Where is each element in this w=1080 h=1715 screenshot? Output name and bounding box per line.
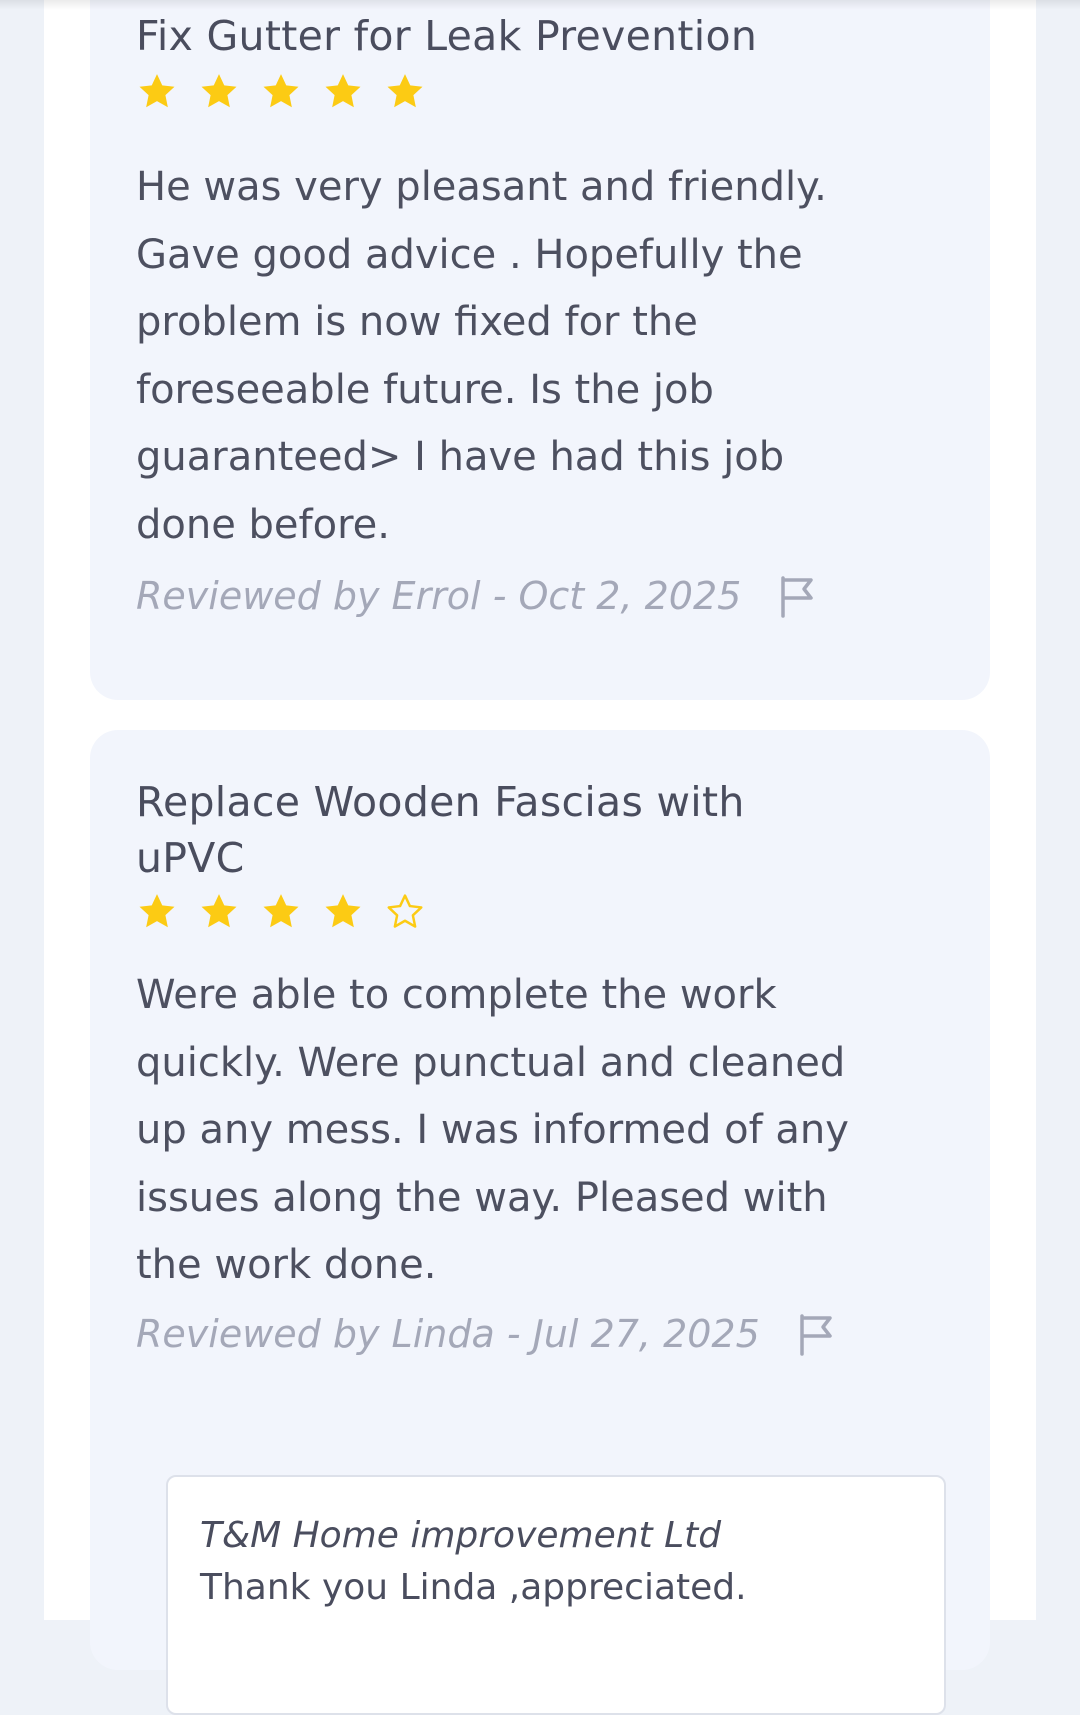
reviewer-info: Reviewed by Errol - Oct 2, 2025 bbox=[136, 574, 742, 618]
review-card: Fix Gutter for Leak Prevention He was ve… bbox=[90, 0, 990, 700]
star-icon bbox=[139, 74, 175, 108]
top-bar-shadow bbox=[0, 0, 1080, 10]
star-icon bbox=[263, 74, 299, 108]
review-meta: Reviewed by Errol - Oct 2, 2025 bbox=[136, 574, 817, 618]
reply-text: Thank you Linda ,appreciated. bbox=[200, 1567, 747, 1608]
review-body-line: Were able to complete the work bbox=[136, 972, 777, 1018]
review-card: Replace Wooden Fascias with uPVC Were ab… bbox=[90, 730, 990, 1715]
flag-icon[interactable] bbox=[796, 1312, 836, 1356]
star-icon bbox=[263, 894, 299, 928]
star-icon bbox=[201, 894, 237, 928]
reply-company-name: T&M Home improvement Ltd bbox=[200, 1515, 722, 1556]
review-body-line: the work done. bbox=[136, 1242, 437, 1288]
review-title: Fix Gutter for Leak Prevention bbox=[136, 8, 757, 64]
star-icon bbox=[201, 74, 237, 108]
review-title-text: Fix Gutter for Leak Prevention bbox=[136, 12, 758, 60]
reviewer-info: Reviewed by Linda - Jul 27, 2025 bbox=[136, 1312, 760, 1356]
review-body-line: quickly. Were punctual and cleaned bbox=[136, 1039, 846, 1086]
review-body-line: done before. bbox=[136, 501, 390, 548]
review-body-line: problem is now fixed for the bbox=[136, 299, 698, 345]
review-title-line: uPVC bbox=[136, 834, 245, 882]
owner-reply: T&M Home improvement Ltd Thank you Linda… bbox=[166, 1475, 946, 1715]
review-body-line: Gave good advice . Hopefully the bbox=[136, 231, 803, 278]
review-body-line: issues along the way. Pleased with bbox=[136, 1174, 828, 1221]
star-icon bbox=[325, 74, 361, 108]
review-body-line: up any mess. I was informed of any bbox=[136, 1107, 849, 1153]
star-icon bbox=[387, 74, 423, 108]
review-body-line: foreseeable future. Is the job bbox=[136, 366, 714, 413]
review-body: He was very pleasant and friendly. Gave … bbox=[136, 154, 966, 559]
flag-icon[interactable] bbox=[777, 574, 817, 618]
star-icon bbox=[139, 894, 175, 928]
review-meta: Reviewed by Linda - Jul 27, 2025 bbox=[136, 1312, 836, 1356]
review-title: Replace Wooden Fascias with uPVC bbox=[136, 774, 745, 886]
star-rating bbox=[136, 888, 426, 936]
star-rating bbox=[136, 68, 426, 116]
review-body-line: guaranteed> I have had this job bbox=[136, 434, 785, 480]
review-body: Were able to complete the work quickly. … bbox=[136, 962, 966, 1300]
review-title-line: Replace Wooden Fascias with bbox=[136, 778, 745, 826]
star-icon bbox=[325, 894, 361, 928]
review-body-line: He was very pleasant and friendly. bbox=[136, 164, 827, 210]
star-outline-icon bbox=[387, 894, 423, 928]
